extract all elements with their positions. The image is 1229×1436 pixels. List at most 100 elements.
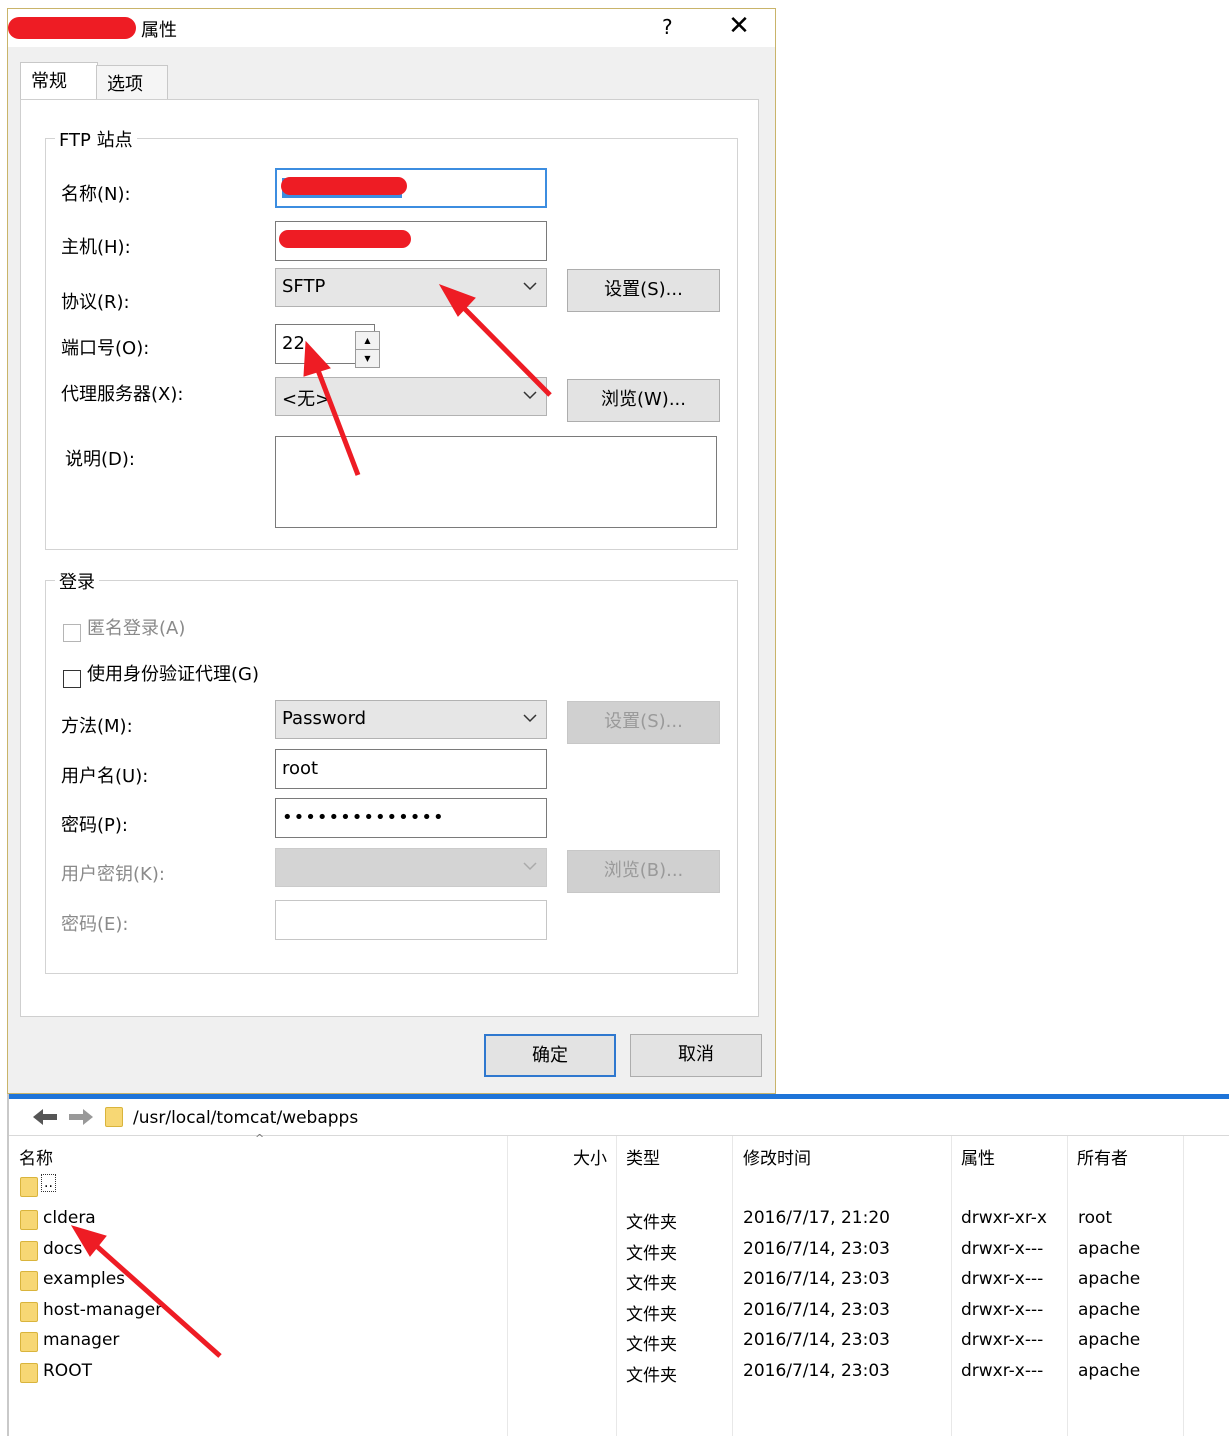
file-attributes: drwxr-x--- (961, 1269, 1044, 1289)
file-owner: apache (1078, 1360, 1141, 1381)
proxy-select[interactable]: <无> (275, 377, 547, 416)
file-type: 文件夹 (626, 1335, 677, 1355)
protocol-label: 协议(R): (61, 292, 130, 313)
file-owner: apache (1078, 1299, 1141, 1320)
col-header-size[interactable]: 大小 (573, 1144, 607, 1169)
port-value: 22 (282, 333, 305, 354)
tab-options[interactable]: 选项 (96, 65, 168, 100)
ok-button[interactable]: 确定 (484, 1034, 616, 1077)
address-bar: /usr/local/tomcat/webapps (9, 1100, 1229, 1136)
parent-dir-row[interactable]: .. (19, 1174, 319, 1200)
agent-label: 使用身份验证代理(G) (87, 664, 259, 685)
redacted-name-value (281, 177, 407, 195)
description-textarea[interactable] (275, 436, 717, 528)
method-select[interactable]: Password (275, 700, 547, 739)
folder-icon (20, 1271, 38, 1291)
cancel-button[interactable]: 取消 (630, 1034, 762, 1077)
table-row[interactable]: manager 文件夹 2016/7/14, 23:03 drwxr-x--- apac… (9, 1328, 1209, 1356)
file-attributes: drwxr-x--- (961, 1299, 1044, 1320)
folder-icon (20, 1210, 38, 1230)
file-attributes: drwxr-x--- (961, 1238, 1044, 1259)
tab-panel-general: FTP 站点 名称(N): 主机(H): 协议(R): SFTP 设置(S)..… (20, 99, 759, 1017)
col-header-attributes[interactable]: 属性 (961, 1144, 995, 1169)
folder-icon (20, 1362, 38, 1383)
passphrase-input[interactable] (275, 900, 547, 940)
folder-icon (20, 1240, 38, 1261)
col-header-owner[interactable]: 所有者 (1077, 1144, 1128, 1169)
password-input[interactable]: •••••••••••••• (275, 798, 547, 838)
chevron-down-icon (523, 714, 537, 723)
user-key-label: 用户密钥(K): (61, 864, 165, 885)
ftp-site-legend: FTP 站点 (55, 126, 137, 152)
properties-dialog: 属性 ? ✕ 常规 选项 FTP 站点 名称(N): 主机(H): 协议(R):… (7, 8, 776, 1094)
file-type: 文件夹 (626, 1213, 677, 1233)
folder-icon (20, 1177, 38, 1197)
remote-file-pane: /usr/local/tomcat/webapps ^ 名称 大小 类型 修改时… (7, 1094, 1229, 1436)
host-input[interactable] (275, 221, 547, 261)
redacted-site-name (8, 17, 136, 39)
anonymous-checkbox[interactable] (63, 624, 81, 642)
tab-general[interactable]: 常规 (20, 62, 98, 102)
method-value: Password (282, 708, 367, 729)
user-key-browse-button[interactable]: 浏览(B)... (567, 850, 720, 893)
folder-icon (20, 1301, 38, 1322)
protocol-select[interactable]: SFTP (275, 268, 547, 307)
login-legend: 登录 (55, 568, 99, 594)
spin-up-icon[interactable]: ▲ (356, 332, 379, 350)
file-name: examples (43, 1269, 126, 1289)
parent-dir-label: .. (41, 1174, 56, 1192)
file-type: 文件夹 (626, 1274, 677, 1294)
table-row[interactable]: ROOT 文件夹 2016/7/14, 23:03 drwxr-x--- apache (9, 1359, 1209, 1387)
description-label: 说明(D): (65, 449, 135, 470)
proxy-browse-button[interactable]: 浏览(W)... (567, 379, 720, 422)
protocol-settings-button[interactable]: 设置(S)... (567, 269, 720, 312)
user-key-select[interactable] (275, 848, 547, 887)
table-row[interactable]: docs 文件夹 2016/7/14, 23:03 drwxr-x--- apache (9, 1237, 1209, 1265)
name-label: 名称(N): (61, 184, 131, 205)
file-name: cldera (43, 1208, 96, 1228)
file-modified: 2016/7/14, 23:03 (743, 1269, 890, 1289)
col-header-name[interactable]: 名称 (19, 1144, 53, 1169)
table-row[interactable]: host-manager 文件夹 2016/7/14, 23:03 drwxr-x--… (9, 1298, 1209, 1326)
table-row[interactable]: examples 文件夹 2016/7/14, 23:03 drwxr-x--- apa… (9, 1267, 1209, 1295)
help-button[interactable]: ? (662, 15, 673, 39)
file-type: 文件夹 (626, 1365, 677, 1386)
proxy-value: <无> (282, 389, 331, 410)
file-modified: 2016/7/14, 23:03 (743, 1238, 890, 1259)
proxy-label: 代理服务器(X): (61, 384, 184, 405)
password-label: 密码(P): (61, 815, 128, 836)
dialog-title: 属性 (141, 20, 177, 41)
folder-icon (20, 1332, 38, 1352)
forward-arrow-icon[interactable] (67, 1106, 95, 1128)
dialog-titlebar[interactable]: 属性 ? ✕ (8, 9, 775, 47)
method-settings-button[interactable]: 设置(S)... (567, 701, 720, 744)
back-arrow-icon[interactable] (31, 1106, 59, 1128)
current-path[interactable]: /usr/local/tomcat/webapps (133, 1108, 358, 1128)
col-header-type[interactable]: 类型 (626, 1144, 660, 1169)
redacted-host-value (279, 230, 411, 248)
agent-checkbox[interactable] (63, 670, 81, 688)
file-attributes: drwxr-x--- (961, 1360, 1044, 1381)
username-value: root (282, 758, 319, 779)
table-row[interactable]: cldera 文件夹 2016/7/17, 21:20 drwxr-xr-x root (9, 1206, 1209, 1234)
anonymous-label: 匿名登录(A) (87, 618, 186, 639)
file-attributes: drwxr-xr-x (961, 1208, 1047, 1228)
folder-icon (105, 1107, 123, 1127)
username-input[interactable]: root (275, 749, 547, 789)
file-name: manager (43, 1330, 120, 1350)
port-spinner[interactable]: ▲ ▼ (355, 331, 380, 368)
name-input[interactable] (275, 168, 547, 208)
file-owner: apache (1078, 1238, 1141, 1259)
chevron-down-icon (523, 282, 537, 291)
username-label: 用户名(U): (61, 766, 149, 787)
file-owner: apache (1078, 1269, 1141, 1289)
spin-down-icon[interactable]: ▼ (356, 350, 379, 367)
host-label: 主机(H): (61, 237, 131, 258)
file-name: host-manager (43, 1299, 163, 1320)
file-owner: apache (1078, 1330, 1141, 1350)
file-modified: 2016/7/17, 21:20 (743, 1208, 890, 1228)
chevron-down-icon (523, 391, 537, 400)
close-button[interactable]: ✕ (724, 11, 754, 41)
col-header-modified[interactable]: 修改时间 (743, 1144, 811, 1169)
file-modified: 2016/7/14, 23:03 (743, 1360, 890, 1381)
